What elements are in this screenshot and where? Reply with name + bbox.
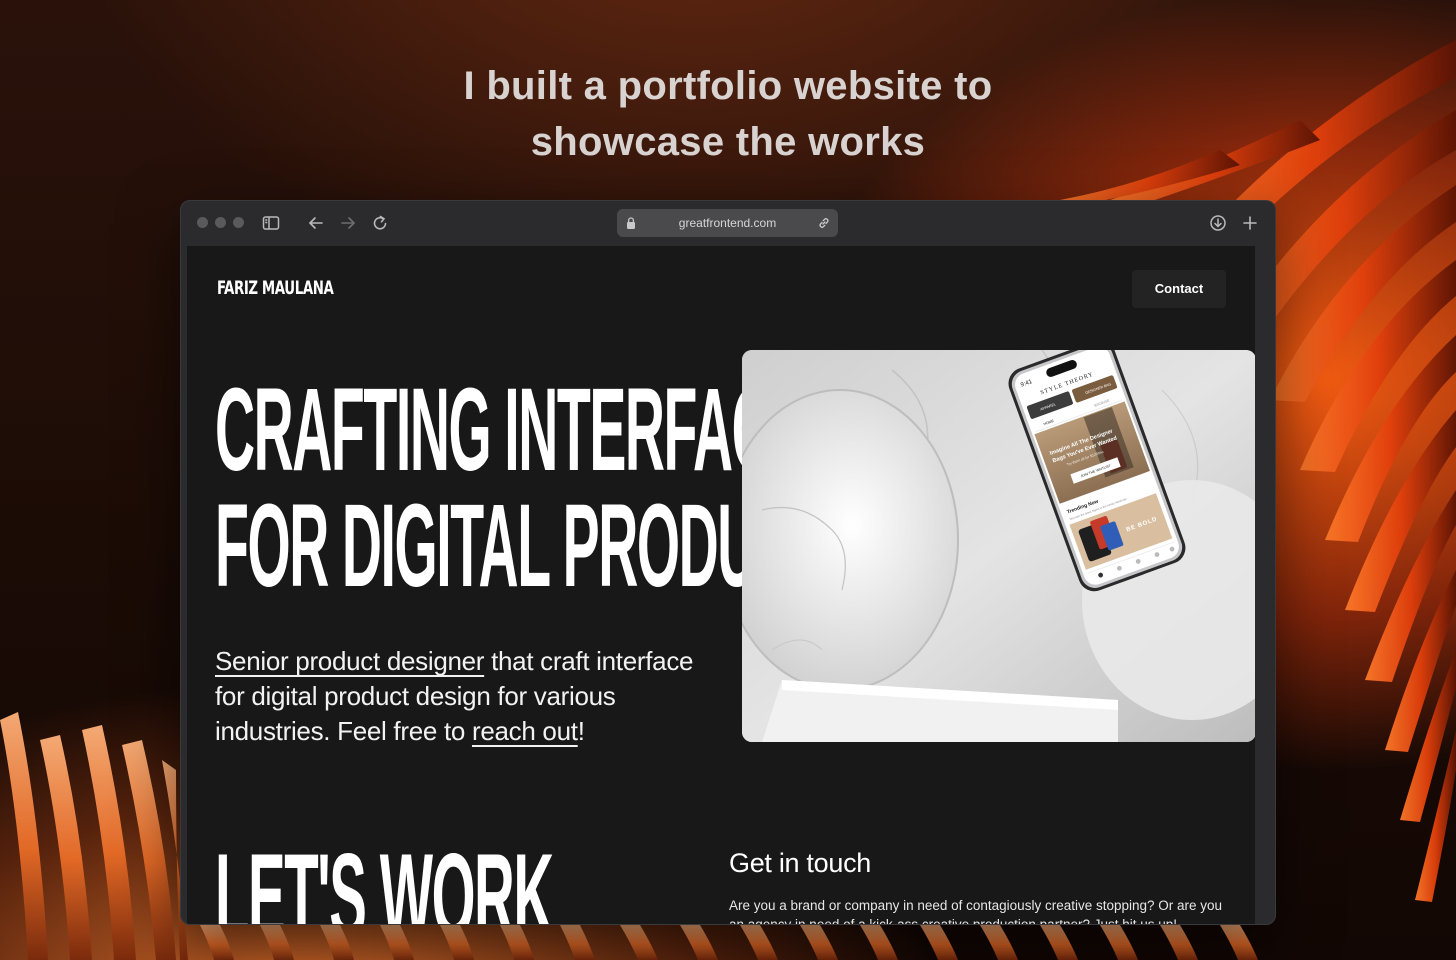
lets-work-heading: LET'S WORK [215, 829, 554, 925]
url-text: greatfrontend.com [678, 216, 777, 230]
hero-subtitle: Senior product designer that craft inter… [215, 644, 715, 749]
plus-icon[interactable] [1240, 213, 1260, 233]
download-icon[interactable] [1208, 213, 1228, 233]
headline-line-2: showcase the works [530, 120, 926, 164]
get-in-touch-body: Are you a brand or company in need of co… [729, 898, 1223, 925]
window-zoom-dot[interactable] [233, 217, 244, 228]
arrow-left-icon[interactable] [306, 213, 326, 233]
reload-icon[interactable] [370, 213, 390, 233]
hero-title-line-1: CRAFTING INTERFACE [215, 364, 807, 496]
link-icon[interactable] [817, 216, 831, 230]
browser-window: greatfrontend.com FARIZ MAULANA Contact … [180, 200, 1276, 925]
hero-title: CRAFTING INTERFACE FOR DIGITAL PRODUCT [215, 364, 828, 612]
window-close-dot[interactable] [197, 217, 208, 228]
desktop-background: I built a portfolio website to showcase … [0, 0, 1456, 960]
website-viewport: FARIZ MAULANA Contact CRAFTING INTERFACE… [187, 246, 1255, 925]
lock-icon [627, 217, 635, 229]
contact-button[interactable]: Contact [1132, 270, 1226, 308]
browser-toolbar: greatfrontend.com [181, 201, 1275, 246]
page-headline: I built a portfolio website to showcase … [0, 58, 1456, 170]
site-logo[interactable]: FARIZ MAULANA [217, 277, 334, 299]
address-bar[interactable]: greatfrontend.com [617, 209, 838, 237]
hero-subtitle-end: ! [577, 716, 585, 746]
get-in-touch-title: Get in touch [729, 848, 871, 878]
sidebar-toggle-icon[interactable] [261, 213, 281, 233]
reach-out-link[interactable]: reach out [472, 716, 578, 746]
senior-designer-link[interactable]: Senior product designer [215, 646, 484, 676]
phone-mockup-scene: 9:41 STYLE THEORY APPAREL DESIGNER BAG H… [742, 350, 1255, 742]
window-minimize-dot[interactable] [215, 217, 226, 228]
headline-line-1: I built a portfolio website to [463, 64, 993, 108]
hero-title-line-2: FOR DIGITAL PRODUCT [215, 480, 828, 612]
hero-phone-mockup-image: 9:41 STYLE THEORY APPAREL DESIGNER BAG H… [742, 350, 1255, 742]
arrow-right-icon[interactable] [338, 213, 358, 233]
